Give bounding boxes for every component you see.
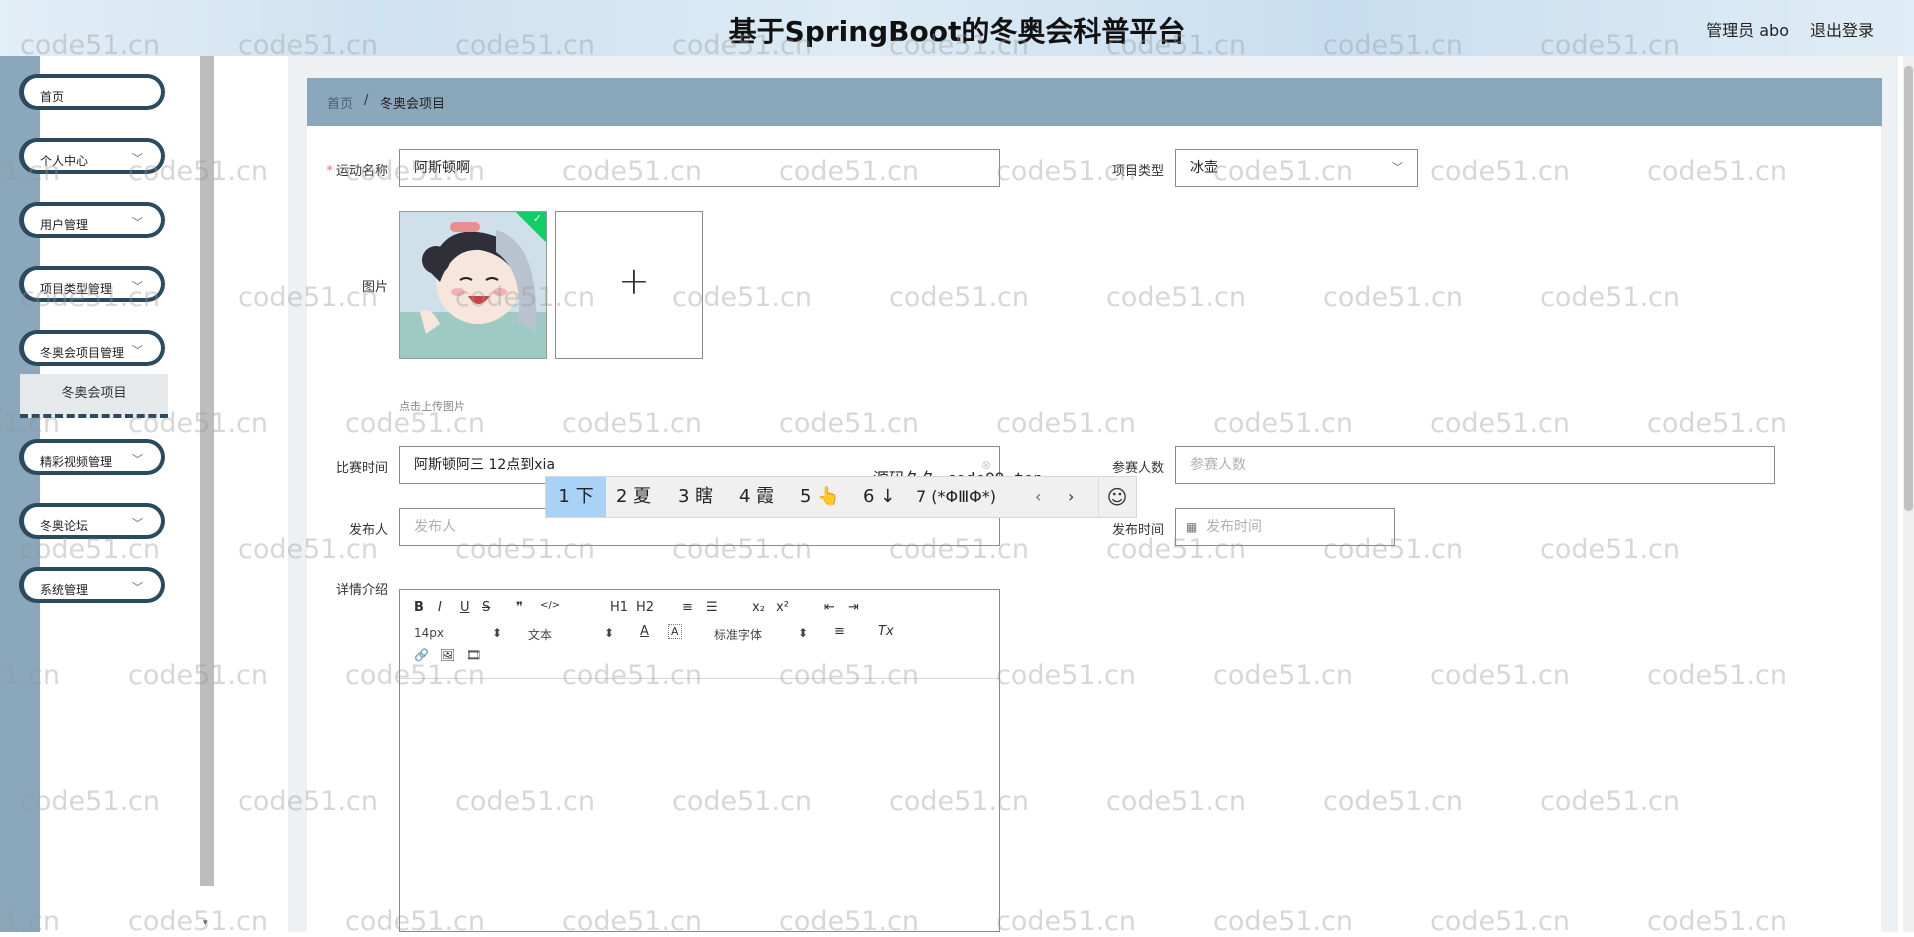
uploaded-image-thumbnail[interactable]: ✓ xyxy=(399,211,547,359)
clear-format-icon[interactable]: Tx xyxy=(878,624,894,639)
h1-icon[interactable]: H1 xyxy=(610,600,628,615)
calendar-icon: ▦ xyxy=(1186,520,1198,534)
participants-label: 参赛人数 xyxy=(1111,461,1164,476)
type-select[interactable]: 冰壶 ﹀ xyxy=(1175,149,1418,187)
sidebar-item-home[interactable]: 首页 xyxy=(19,74,165,110)
outdent-icon[interactable]: ⇤ xyxy=(824,600,835,615)
sidebar-item-label: 首页 xyxy=(40,90,65,104)
image-label: 图片 xyxy=(361,280,388,295)
check-icon: ✓ xyxy=(532,212,542,225)
code-icon[interactable]: </> xyxy=(540,600,560,611)
format-select[interactable]: 文本 xyxy=(528,626,552,643)
chevron-left-icon[interactable]: ‹ xyxy=(1035,477,1055,517)
sidebar-item-label: 项目类型管理 xyxy=(40,282,113,296)
editor-toolbar: B I U S ❞ </> H1 H2 ≡ ☰ x₂ x² ⇤ ⇥ 14px ⬍… xyxy=(400,590,999,679)
required-mark: * xyxy=(326,164,333,179)
chevron-down-icon: ﹀ xyxy=(1392,161,1403,174)
name-label-text: 运动名称 xyxy=(335,164,388,179)
publish-time-label: 发布时间 xyxy=(1111,523,1164,538)
indent-icon[interactable]: ⇥ xyxy=(848,600,859,615)
chevron-down-icon: ﹀ xyxy=(132,216,143,229)
sidebar-item-forum[interactable]: 冬奥论坛 ﹀ xyxy=(19,503,165,539)
ordered-list-icon[interactable]: ≡ xyxy=(682,600,693,615)
bullet-list-icon[interactable]: ☰ xyxy=(706,600,718,615)
name-input[interactable]: 阿斯顿啊 xyxy=(399,149,1000,187)
chevron-down-icon: ﹀ xyxy=(132,152,143,165)
breadcrumb-home[interactable]: 首页 xyxy=(327,93,353,112)
sidebar-item-label: 个人中心 xyxy=(40,154,89,168)
underline-icon[interactable]: U xyxy=(460,600,470,615)
sidebar-item-system-management[interactable]: 系统管理 ﹀ xyxy=(19,567,165,603)
sidebar-subitem-olympic-project[interactable]: 冬奥会项目 xyxy=(20,374,168,418)
breadcrumb xyxy=(307,78,1882,126)
chevron-down-icon: ﹀ xyxy=(132,453,143,466)
ime-candidate-5[interactable]: 5 👆 xyxy=(800,477,844,517)
ime-candidate-3[interactable]: 3 瞎 xyxy=(678,477,728,517)
sidebar-item-video-management[interactable]: 精彩视频管理 ﹀ xyxy=(19,439,165,475)
align-icon[interactable]: ≡ xyxy=(834,624,845,639)
time-input-value: 阿斯顿阿三 12点到xia xyxy=(414,457,556,473)
detail-label: 详情介绍 xyxy=(335,583,388,598)
strike-icon[interactable]: S xyxy=(482,600,490,615)
chevron-down-icon: ﹀ xyxy=(132,344,143,357)
app-title: 基于SpringBoot的冬奥会科普平台 xyxy=(728,15,1186,48)
ime-candidate-6[interactable]: 6 ↓ xyxy=(863,477,903,517)
subscript-icon[interactable]: x₂ xyxy=(752,600,765,615)
link-icon[interactable]: 🔗 xyxy=(414,648,429,662)
ime-candidate-7[interactable]: 7 (*ΦⅢΦ*) xyxy=(916,477,1036,517)
sidebar-item-olympic-project-management[interactable]: 冬奥会项目管理 ﹀ xyxy=(19,330,165,366)
quote-icon[interactable]: ❞ xyxy=(516,600,523,615)
publish-time-input[interactable]: 发布时间 xyxy=(1175,508,1395,546)
sidebar: 首页 个人中心 ﹀ 用户管理 ﹀ 项目类型管理 ﹀ 冬奥会项目管理 ﹀ 精彩视频… xyxy=(0,56,200,932)
upload-add-button[interactable]: + xyxy=(555,211,703,359)
anime-girl-image xyxy=(400,212,546,358)
logout-link[interactable]: 退出登录 xyxy=(1810,17,1874,41)
h2-icon[interactable]: H2 xyxy=(636,600,654,615)
font-family-select[interactable]: 标准字体 xyxy=(714,626,762,643)
chevron-down-icon: ﹀ xyxy=(132,280,143,293)
emoji-icon[interactable]: ☺ xyxy=(1098,477,1135,517)
scroll-down-icon[interactable]: ▾ xyxy=(203,918,208,928)
ime-candidate-2[interactable]: 2 夏 xyxy=(616,477,666,517)
participants-input[interactable]: 参赛人数 xyxy=(1175,446,1775,484)
sidebar-item-label: 冬奥论坛 xyxy=(40,519,89,533)
sidebar-item-personal-center[interactable]: 个人中心 ﹀ xyxy=(19,138,165,174)
sidebar-item-label: 精彩视频管理 xyxy=(40,455,113,469)
chevron-right-icon[interactable]: › xyxy=(1068,477,1088,517)
upload-tip: 点击上传图片 xyxy=(399,400,465,413)
chevron-updown-icon: ⬍ xyxy=(798,626,809,640)
font-color-icon[interactable]: A xyxy=(640,624,649,639)
ime-candidate-4[interactable]: 4 霞 xyxy=(739,477,789,517)
sidebar-scrollbar[interactable] xyxy=(200,56,214,886)
video-icon[interactable]: 🎞 xyxy=(466,648,481,662)
chevron-updown-icon: ⬍ xyxy=(492,626,503,640)
sidebar-item-label: 系统管理 xyxy=(40,583,89,597)
chevron-down-icon: ﹀ xyxy=(132,581,143,594)
publisher-label: 发布人 xyxy=(348,523,388,538)
type-label: 项目类型 xyxy=(1111,164,1164,179)
rich-text-editor[interactable]: B I U S ❞ </> H1 H2 ≡ ☰ x₂ x² ⇤ ⇥ 14px ⬍… xyxy=(399,589,1000,932)
time-label: 比赛时间 xyxy=(335,461,388,476)
user-info: 管理员 abo xyxy=(1706,21,1789,40)
sidebar-item-label: 用户管理 xyxy=(40,218,89,232)
sidebar-item-project-type-management[interactable]: 项目类型管理 ﹀ xyxy=(19,266,165,302)
name-label: * 运动名称 xyxy=(316,160,388,179)
sidebar-item-user-management[interactable]: 用户管理 ﹀ xyxy=(19,202,165,238)
ime-candidate-bar: 1 下 2 夏 3 瞎 4 霞 5 👆 6 ↓ 7 (*ΦⅢΦ*) ‹ › ☺ xyxy=(545,476,1137,518)
breadcrumb-current: 冬奥会项目 xyxy=(380,97,446,112)
image-icon[interactable]: 🖼 xyxy=(440,648,455,662)
page-scrollbar-thumb[interactable] xyxy=(1904,66,1913,511)
sidebar-item-label: 冬奥会项目管理 xyxy=(40,346,125,360)
font-size-select[interactable]: 14px xyxy=(414,626,444,640)
chevron-down-icon: ﹀ xyxy=(132,517,143,530)
type-select-value: 冰壶 xyxy=(1190,160,1218,176)
background-color-icon[interactable]: A xyxy=(668,624,682,639)
italic-icon[interactable]: I xyxy=(438,600,442,615)
plus-icon: + xyxy=(618,259,650,303)
bold-icon[interactable]: B xyxy=(414,600,424,615)
breadcrumb-separator: / xyxy=(364,93,369,108)
superscript-icon[interactable]: x² xyxy=(776,600,789,615)
chevron-updown-icon: ⬍ xyxy=(604,626,615,640)
ime-candidate-1[interactable]: 1 下 xyxy=(546,477,606,517)
